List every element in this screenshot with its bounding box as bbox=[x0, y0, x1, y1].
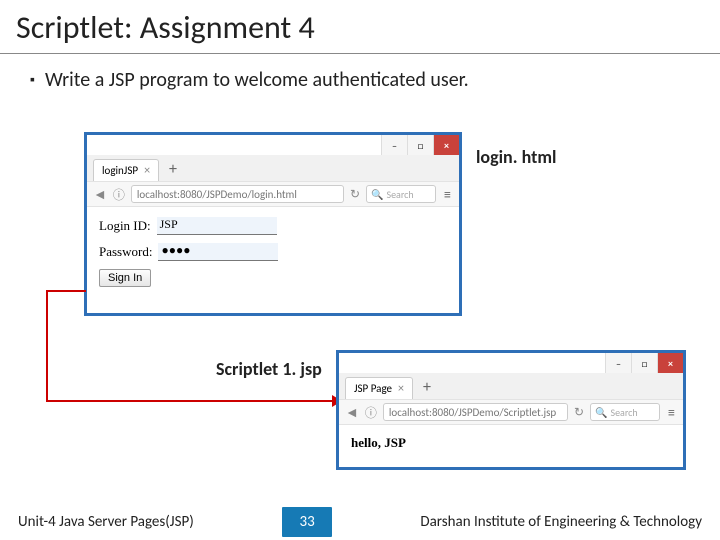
login-id-label: Login ID: bbox=[99, 218, 151, 234]
menu-icon[interactable]: ≡ bbox=[666, 404, 677, 421]
address-bar: ◄ ⓘ localhost:8080/JSPDemo/Scriptlet.jsp… bbox=[339, 399, 683, 425]
tab-title: JSP Page bbox=[354, 382, 392, 395]
back-icon[interactable]: ◄ bbox=[93, 186, 107, 203]
url-field[interactable]: localhost:8080/JSPDemo/login.html bbox=[131, 185, 344, 203]
url-text: localhost:8080/JSPDemo/Scriptlet.jsp bbox=[389, 406, 556, 419]
login-id-input[interactable]: JSP bbox=[157, 217, 277, 235]
reload-icon[interactable]: ↻ bbox=[350, 187, 360, 202]
bullet-marker: ▪ bbox=[30, 71, 35, 88]
output-text: hello, JSP bbox=[351, 435, 406, 450]
password-input[interactable]: ●●●● bbox=[158, 243, 278, 261]
minimize-button[interactable]: – bbox=[381, 135, 407, 155]
window-titlebar: – □ × bbox=[87, 135, 459, 155]
back-icon[interactable]: ◄ bbox=[345, 404, 359, 421]
search-icon: 🔍 bbox=[371, 188, 383, 201]
globe-icon: ⓘ bbox=[365, 404, 377, 421]
new-tab-button[interactable]: + bbox=[169, 160, 177, 181]
slide-footer: Unit-4 Java Server Pages(JSP) 33 Darshan… bbox=[0, 504, 720, 540]
tab-strip: loginJSP × + bbox=[87, 155, 459, 181]
label-scriptlet-jsp: Scriptlet 1. jsp bbox=[216, 358, 322, 380]
bullet-line: ▪ Write a JSP program to welcome authenti… bbox=[0, 54, 720, 92]
maximize-button[interactable]: □ bbox=[631, 353, 657, 373]
slide-title: Scriptlet: Assignment 4 bbox=[0, 0, 720, 54]
globe-icon: ⓘ bbox=[113, 186, 125, 203]
search-field[interactable]: 🔍Search bbox=[366, 185, 436, 203]
maximize-button[interactable]: □ bbox=[407, 135, 433, 155]
flow-arrow bbox=[46, 290, 48, 402]
new-tab-button[interactable]: + bbox=[423, 378, 431, 399]
bullet-text: Write a JSP program to welcome authentic… bbox=[45, 68, 469, 92]
tab-strip: JSP Page × + bbox=[339, 373, 683, 399]
close-button[interactable]: × bbox=[657, 353, 683, 373]
flow-arrow bbox=[46, 400, 334, 402]
flow-arrow bbox=[46, 290, 86, 292]
tab-close-icon[interactable]: × bbox=[144, 164, 150, 178]
minimize-button[interactable]: – bbox=[605, 353, 631, 373]
window-titlebar: – □ × bbox=[339, 353, 683, 373]
address-bar: ◄ ⓘ localhost:8080/JSPDemo/login.html ↻ … bbox=[87, 181, 459, 207]
browser-window-login: – □ × loginJSP × + ◄ ⓘ localhost:8080/JS… bbox=[84, 132, 462, 316]
url-field[interactable]: localhost:8080/JSPDemo/Scriptlet.jsp bbox=[383, 403, 568, 421]
password-label: Password: bbox=[99, 244, 152, 260]
footer-right: Darshan Institute of Engineering & Techn… bbox=[420, 513, 702, 531]
close-button[interactable]: × bbox=[433, 135, 459, 155]
url-text: localhost:8080/JSPDemo/login.html bbox=[137, 188, 297, 201]
footer-left: Unit-4 Java Server Pages(JSP) bbox=[18, 513, 194, 531]
browser-tab[interactable]: loginJSP × bbox=[93, 159, 159, 181]
menu-icon[interactable]: ≡ bbox=[442, 186, 453, 203]
sign-in-button[interactable]: Sign In bbox=[99, 269, 151, 287]
tab-close-icon[interactable]: × bbox=[398, 382, 404, 396]
search-placeholder: Search bbox=[610, 406, 637, 419]
page-content-output: hello, JSP bbox=[339, 425, 683, 461]
page-number: 33 bbox=[282, 507, 332, 537]
reload-icon[interactable]: ↻ bbox=[574, 405, 584, 420]
page-content-login: Login ID: JSP Password: ●●●● Sign In bbox=[87, 207, 459, 305]
label-login-html: login. html bbox=[476, 146, 556, 168]
browser-tab[interactable]: JSP Page × bbox=[345, 377, 413, 399]
search-icon: 🔍 bbox=[595, 406, 607, 419]
tab-title: loginJSP bbox=[102, 164, 138, 177]
search-field[interactable]: 🔍Search bbox=[590, 403, 660, 421]
search-placeholder: Search bbox=[386, 188, 413, 201]
browser-window-output: – □ × JSP Page × + ◄ ⓘ localhost:8080/JS… bbox=[336, 350, 686, 470]
